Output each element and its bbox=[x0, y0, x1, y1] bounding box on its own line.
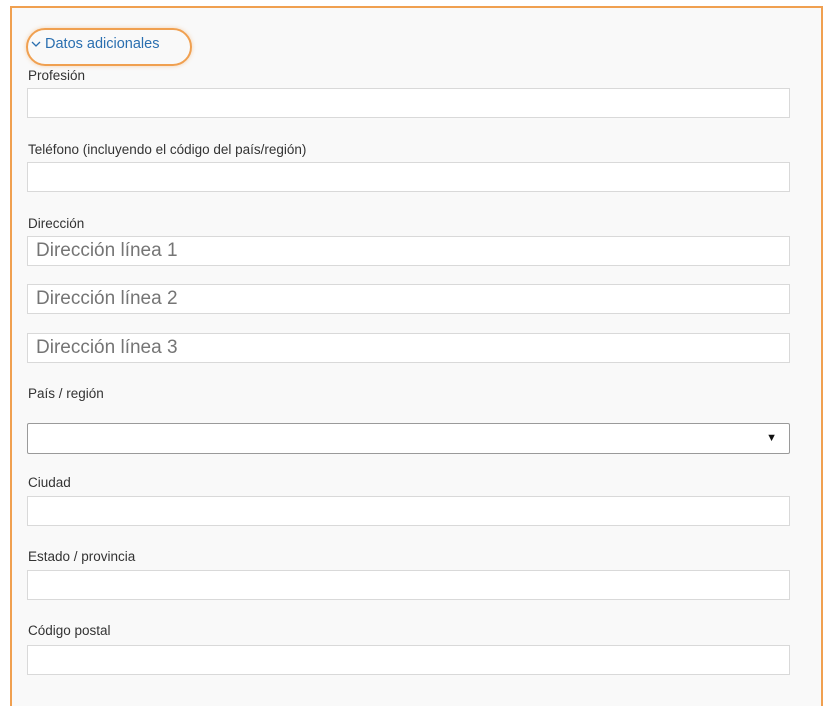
state-label: Estado / provincia bbox=[28, 549, 136, 564]
chevron-down-icon bbox=[31, 41, 41, 47]
country-label: País / región bbox=[28, 386, 104, 401]
address-line1-input[interactable] bbox=[27, 236, 790, 266]
postal-code-input[interactable] bbox=[27, 645, 790, 675]
city-input[interactable] bbox=[27, 496, 790, 526]
country-select[interactable]: ▼ bbox=[27, 423, 790, 454]
section-title: Datos adicionales bbox=[45, 36, 160, 52]
address-line3-input[interactable] bbox=[27, 333, 790, 363]
postal-code-label: Código postal bbox=[28, 623, 111, 638]
state-input[interactable] bbox=[27, 570, 790, 600]
additional-data-toggle[interactable]: Datos adicionales bbox=[30, 36, 159, 52]
phone-input[interactable] bbox=[27, 162, 790, 192]
profession-input[interactable] bbox=[27, 88, 790, 118]
phone-label: Teléfono (incluyendo el código del país/… bbox=[28, 142, 307, 157]
city-label: Ciudad bbox=[28, 475, 71, 490]
address-label: Dirección bbox=[28, 216, 85, 231]
profession-label: Profesión bbox=[28, 68, 86, 83]
dropdown-arrow-icon: ▼ bbox=[766, 432, 777, 444]
address-line2-input[interactable] bbox=[27, 284, 790, 314]
